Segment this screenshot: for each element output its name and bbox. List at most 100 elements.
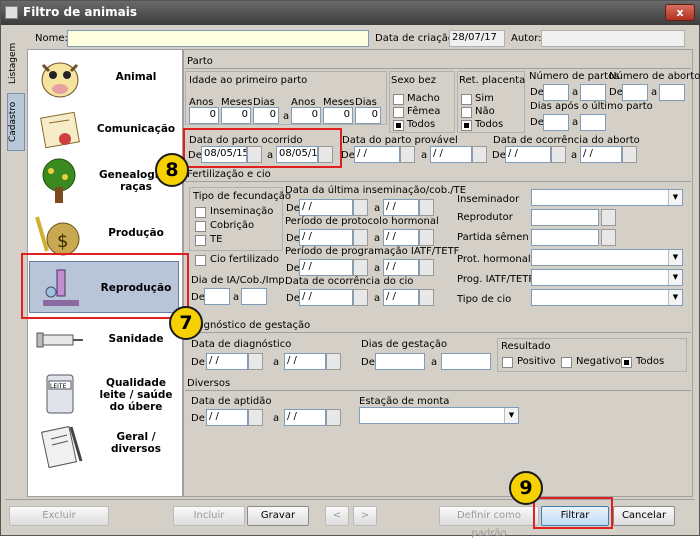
- calendar-icon[interactable]: [419, 259, 434, 276]
- resultado-todos-checkbox[interactable]: [621, 357, 632, 368]
- calendar-icon[interactable]: [248, 409, 263, 426]
- calendar-icon[interactable]: [326, 409, 341, 426]
- ret-todos-checkbox[interactable]: [461, 120, 472, 131]
- periodo-hormonal-a-input[interactable]: / /: [383, 229, 419, 246]
- incluir-button[interactable]: Incluir: [173, 506, 245, 526]
- tab-cadastro[interactable]: Cadastro: [7, 93, 25, 151]
- name-input[interactable]: [67, 30, 369, 47]
- dias-gestacao-de-input[interactable]: [375, 353, 425, 370]
- next-button[interactable]: >: [353, 506, 377, 526]
- chevron-down-icon[interactable]: ▼: [668, 190, 682, 205]
- nav-item-producao[interactable]: $ Produção: [29, 209, 179, 259]
- calendar-icon[interactable]: [353, 259, 368, 276]
- de-label: De: [341, 150, 355, 161]
- num-abortos-a-input[interactable]: [659, 84, 685, 101]
- calendar-icon[interactable]: [400, 146, 415, 163]
- nav-item-geral[interactable]: Geral / diversos: [29, 419, 179, 469]
- chevron-down-icon[interactable]: ▼: [668, 270, 682, 285]
- meses-de-input[interactable]: 0: [221, 107, 251, 124]
- sexo-macho-checkbox[interactable]: [393, 94, 404, 105]
- dias-a-input[interactable]: 0: [355, 107, 381, 124]
- calendar-icon[interactable]: [353, 229, 368, 246]
- data-diagnostico-a-input[interactable]: / /: [284, 353, 326, 370]
- data-provavel-a-input[interactable]: / /: [430, 146, 472, 163]
- prot-hormonal-select[interactable]: ▼: [531, 249, 683, 266]
- partida-input[interactable]: [531, 229, 599, 246]
- lookup-button[interactable]: [601, 229, 616, 246]
- dia-ia-a-input[interactable]: [241, 288, 267, 305]
- data-aborto-a-input[interactable]: / /: [580, 146, 622, 163]
- nav-label-qualidade-leite: Qualidade leite / saúde do úbere: [99, 377, 173, 413]
- positivo-checkbox[interactable]: [502, 357, 513, 368]
- data-aptidao-a-input[interactable]: / /: [284, 409, 326, 426]
- sexo-todos-checkbox[interactable]: [393, 120, 404, 131]
- calendar-icon[interactable]: [622, 146, 637, 163]
- estacao-monta-select[interactable]: ▼: [359, 407, 519, 424]
- periodo-iatf-de-input[interactable]: / /: [299, 259, 353, 276]
- data-aptidao-de-input[interactable]: / /: [206, 409, 248, 426]
- cobricao-checkbox[interactable]: [195, 221, 206, 232]
- chevron-down-icon[interactable]: ▼: [668, 290, 682, 305]
- data-cio-de-input[interactable]: / /: [299, 289, 353, 306]
- data-cio-a-input[interactable]: / /: [383, 289, 419, 306]
- dias-ultimo-de-input[interactable]: [543, 114, 569, 131]
- definir-padrao-button[interactable]: Definir como padrão: [439, 506, 539, 539]
- calendar-icon[interactable]: [419, 289, 434, 306]
- reprodutor-input[interactable]: [531, 209, 599, 226]
- data-aborto-de-input[interactable]: / /: [505, 146, 551, 163]
- tab-listagem[interactable]: Listagem: [8, 39, 26, 87]
- num-partos-a-input[interactable]: [580, 84, 606, 101]
- ret-sim-checkbox[interactable]: [461, 94, 472, 105]
- calendar-icon[interactable]: [551, 146, 566, 163]
- nav-item-animal[interactable]: Animal: [29, 53, 179, 103]
- inseminador-select[interactable]: ▼: [531, 189, 683, 206]
- prog-iatf-select[interactable]: ▼: [531, 269, 683, 286]
- anos-a-input[interactable]: 0: [291, 107, 321, 124]
- nav-item-qualidade-leite[interactable]: LEITE Qualidade leite / saúde do úbere: [29, 367, 179, 417]
- de-label: De: [530, 87, 544, 98]
- calendar-icon[interactable]: [326, 353, 341, 370]
- section-title-parto: Parto: [187, 56, 213, 67]
- dias-gestacao-a-input[interactable]: [441, 353, 491, 370]
- calendar-icon[interactable]: [248, 353, 263, 370]
- calendar-icon[interactable]: [472, 146, 487, 163]
- negativo-checkbox[interactable]: [561, 357, 572, 368]
- lookup-button[interactable]: [601, 209, 616, 226]
- excluir-button[interactable]: Excluir: [9, 506, 109, 526]
- anos-de-input[interactable]: 0: [189, 107, 219, 124]
- chevron-down-icon[interactable]: ▼: [668, 250, 682, 265]
- data-diagnostico-de-input[interactable]: / /: [206, 353, 248, 370]
- dias-ultimo-a-input[interactable]: [580, 114, 606, 131]
- filter-window: Filtro de animais x Nome: Data de criaçã…: [0, 0, 700, 539]
- calendar-icon[interactable]: [419, 229, 434, 246]
- dias-de-input[interactable]: 0: [253, 107, 279, 124]
- periodo-hormonal-de-input[interactable]: / /: [299, 229, 353, 246]
- tipo-cio-select[interactable]: ▼: [531, 289, 683, 306]
- dia-ia-label: Dia de IA/Cob./Imp.: [191, 275, 288, 286]
- meses-a-input[interactable]: 0: [323, 107, 353, 124]
- ret-nao-checkbox[interactable]: [461, 107, 472, 118]
- data-inseminacao-a-input[interactable]: / /: [383, 199, 419, 216]
- calendar-icon[interactable]: [353, 289, 368, 306]
- te-checkbox[interactable]: [195, 235, 206, 246]
- sexo-femea-checkbox[interactable]: [393, 107, 404, 118]
- dia-ia-de-input[interactable]: [204, 288, 230, 305]
- calendar-icon[interactable]: [353, 199, 368, 216]
- num-abortos-de-input[interactable]: [622, 84, 648, 101]
- gravar-button[interactable]: Gravar: [247, 506, 309, 526]
- cio-fertilizado-checkbox[interactable]: [195, 255, 206, 266]
- nav-item-comunicacao[interactable]: Comunicação: [29, 105, 179, 155]
- nav-item-sanidade[interactable]: Sanidade: [29, 315, 179, 365]
- data-inseminacao-label: Data da última inseminação/cob./TE: [285, 185, 467, 196]
- data-inseminacao-de-input[interactable]: / /: [299, 199, 353, 216]
- cancelar-button[interactable]: Cancelar: [613, 506, 675, 526]
- data-provavel-de-input[interactable]: / /: [354, 146, 400, 163]
- periodo-iatf-a-input[interactable]: / /: [383, 259, 419, 276]
- calendar-icon[interactable]: [419, 199, 434, 216]
- chevron-down-icon[interactable]: ▼: [504, 408, 518, 423]
- inseminacao-checkbox[interactable]: [195, 207, 206, 218]
- close-button[interactable]: x: [665, 4, 695, 21]
- num-partos-de-input[interactable]: [543, 84, 569, 101]
- family-tree-icon: [42, 158, 76, 203]
- prev-button[interactable]: <: [325, 506, 349, 526]
